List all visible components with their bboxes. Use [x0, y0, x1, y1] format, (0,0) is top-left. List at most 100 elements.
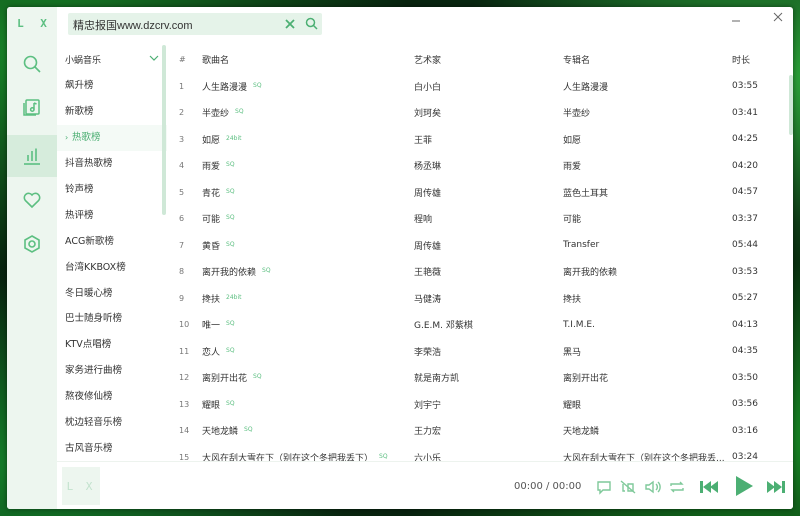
song-row[interactable]: 2 半壶纱 SQ 刘珂矣 半壶纱 03:41: [172, 100, 793, 127]
leaderboard-item-label: KTV点唱榜: [65, 339, 112, 351]
song-name-cell: 离别开出花 SQ: [202, 371, 414, 384]
leaderboard-item-label: 巴士随身听榜: [65, 313, 123, 325]
song-album: 人生路漫漫: [563, 82, 609, 93]
nav-songlist[interactable]: [7, 86, 57, 128]
leaderboard-item[interactable]: 枕边轻音乐榜: [57, 410, 167, 436]
song-row[interactable]: 14 天地龙鳞 SQ 王力宏 天地龙鳞 03:16: [172, 418, 793, 445]
search-input[interactable]: 精忠报国www.dzcrv.com: [73, 17, 193, 33]
song-artist: 马健涛: [414, 294, 442, 305]
quality-badge: SQ: [226, 214, 235, 222]
leaderboard-item[interactable]: KTV点唱榜: [57, 332, 167, 358]
leaderboard-item[interactable]: 飙升榜: [57, 73, 167, 99]
song-row[interactable]: 9 搀扶 24bit 马健涛 搀扶 05:27: [172, 285, 793, 312]
chart-bars-icon: [24, 148, 40, 165]
song-duration: 05:27: [732, 293, 758, 304]
source-select[interactable]: 小蜗音乐: [65, 53, 101, 66]
song-album: 如愿: [563, 135, 582, 146]
song-name: 可能: [202, 215, 221, 226]
song-name: 半壶纱: [202, 109, 230, 120]
leaderboard-item-label: 冬日暖心榜: [65, 287, 113, 299]
previous-track-icon[interactable]: [698, 477, 722, 497]
chevron-down-icon[interactable]: [149, 54, 159, 62]
volume-icon[interactable]: [643, 477, 663, 497]
song-row[interactable]: 13 耀眼 SQ 刘宇宁 耀眼 03:56: [172, 391, 793, 418]
leaderboard-item-label: 古风音乐榜: [65, 443, 113, 455]
leaderboard-item-label: 热评榜: [65, 209, 94, 221]
leaderboard-item[interactable]: 熬夜修仙榜: [57, 384, 167, 410]
leaderboard-item[interactable]: 热评榜: [57, 203, 167, 229]
leaderboard-item[interactable]: › 热歌榜: [57, 124, 167, 151]
repeat-icon[interactable]: [667, 477, 687, 497]
song-duration: 04:35: [732, 346, 758, 357]
leaderboard-item[interactable]: 家务进行曲榜: [57, 358, 167, 384]
song-name-cell: 天地龙鳞 SQ: [202, 424, 414, 437]
leaderboard-item[interactable]: 铃声榜: [57, 177, 167, 203]
song-name: 离别开出花: [202, 374, 248, 385]
song-row[interactable]: 6 可能 SQ 程响 可能 03:37: [172, 206, 793, 233]
leaderboard-item-label: 新歌榜: [65, 105, 94, 117]
song-row[interactable]: 11 恋人 SQ 李荣浩 黑马 04:35: [172, 338, 793, 365]
leaderboard-item[interactable]: 台湾KKBOX榜: [57, 255, 167, 281]
quality-badge: SQ: [253, 373, 262, 381]
song-row[interactable]: 7 黄昏 SQ 周传雄 Transfer 05:44: [172, 232, 793, 259]
close-icon[interactable]: [772, 11, 784, 23]
song-album: 蓝色土耳其: [563, 188, 609, 199]
song-number: 13: [179, 399, 190, 409]
minimize-icon[interactable]: [730, 15, 742, 27]
leaderboard-list-panel: 小蜗音乐 飙升榜新歌榜 › 热歌榜 抖音热歌榜 铃声榜热评榜 ACG新歌榜台湾KKBOX榜…: [57, 45, 167, 461]
song-name-cell: 唯一 SQ: [202, 318, 414, 331]
nav-settings[interactable]: [7, 223, 57, 265]
song-name: 青花: [202, 188, 221, 199]
settings-hexagon-icon: [24, 235, 40, 253]
nav-search[interactable]: [7, 43, 57, 85]
table-scrollbar[interactable]: [789, 75, 793, 135]
song-row[interactable]: 3 如愿 24bit 王菲 如愿 04:25: [172, 126, 793, 153]
quality-badge: SQ: [226, 346, 235, 354]
song-name: 耀眼: [202, 400, 221, 411]
quality-badge: SQ: [226, 399, 235, 407]
song-row[interactable]: 12 离别开出花 SQ 就是南方凯 离别开出花 03:50: [172, 365, 793, 392]
quality-badge: SQ: [262, 267, 271, 275]
song-name: 黄昏: [202, 241, 221, 252]
nav-leaderboard[interactable]: [7, 135, 57, 177]
song-album: 耀眼: [563, 400, 582, 411]
song-number: 5: [179, 187, 185, 197]
song-artist: 程响: [414, 215, 433, 226]
app-logo: L X: [17, 17, 52, 30]
leaderboard-item[interactable]: 巴士随身听榜: [57, 306, 167, 332]
leaderboard-item[interactable]: 新歌榜: [57, 99, 167, 125]
quality-badge: SQ: [379, 452, 388, 460]
song-name-cell: 恋人 SQ: [202, 345, 414, 358]
comment-icon[interactable]: [594, 477, 614, 497]
list-scrollbar[interactable]: [162, 45, 166, 215]
song-row[interactable]: 8 离开我的依赖 SQ 王艳薇 离开我的依赖 03:53: [172, 259, 793, 286]
leaderboard-item[interactable]: 古风音乐榜: [57, 436, 167, 462]
quality-badge: 24bit: [226, 134, 242, 142]
song-row[interactable]: 1 人生路漫漫 SQ 白小白 人生路漫漫 03:55: [172, 73, 793, 100]
nav-favorites[interactable]: [7, 179, 57, 221]
header-album: 专辑名: [563, 55, 591, 66]
search-button-icon[interactable]: [305, 17, 318, 30]
song-number: 8: [179, 267, 185, 277]
song-row[interactable]: 10 唯一 SQ G.E.M. 邓紫棋 T.I.M.E. 04:13: [172, 312, 793, 339]
desktop-lyric-off-icon[interactable]: [618, 477, 638, 497]
song-album: Transfer: [563, 240, 600, 251]
quality-badge: SQ: [226, 187, 235, 195]
clear-search-icon[interactable]: [284, 18, 296, 30]
song-name: 搀扶: [202, 294, 221, 305]
song-row[interactable]: 5 青花 SQ 周传雄 蓝色土耳其 04:57: [172, 179, 793, 206]
heart-icon: [23, 192, 41, 209]
song-table: # 歌曲名 艺术家 专辑名 时长 1 人生路漫漫 SQ 白小白 人生路漫漫 03:55 2 半…: [172, 45, 793, 464]
song-name-cell: 耀眼 SQ: [202, 398, 414, 411]
song-artist: 周传雄: [414, 188, 442, 199]
leaderboard-item-label: ACG新歌榜: [65, 235, 114, 247]
leaderboard-item[interactable]: 冬日暖心榜: [57, 281, 167, 307]
leaderboard-item[interactable]: ACG新歌榜: [57, 229, 167, 255]
song-row[interactable]: 4 雨爱 SQ 杨丞琳 雨爱 04:20: [172, 153, 793, 180]
quality-badge: SQ: [226, 161, 235, 169]
leaderboard-item[interactable]: 抖音热歌榜: [57, 151, 167, 177]
song-number: 14: [179, 426, 190, 436]
play-icon[interactable]: [731, 474, 755, 498]
album-cover[interactable]: L X: [62, 467, 100, 505]
next-track-icon[interactable]: [763, 477, 787, 497]
